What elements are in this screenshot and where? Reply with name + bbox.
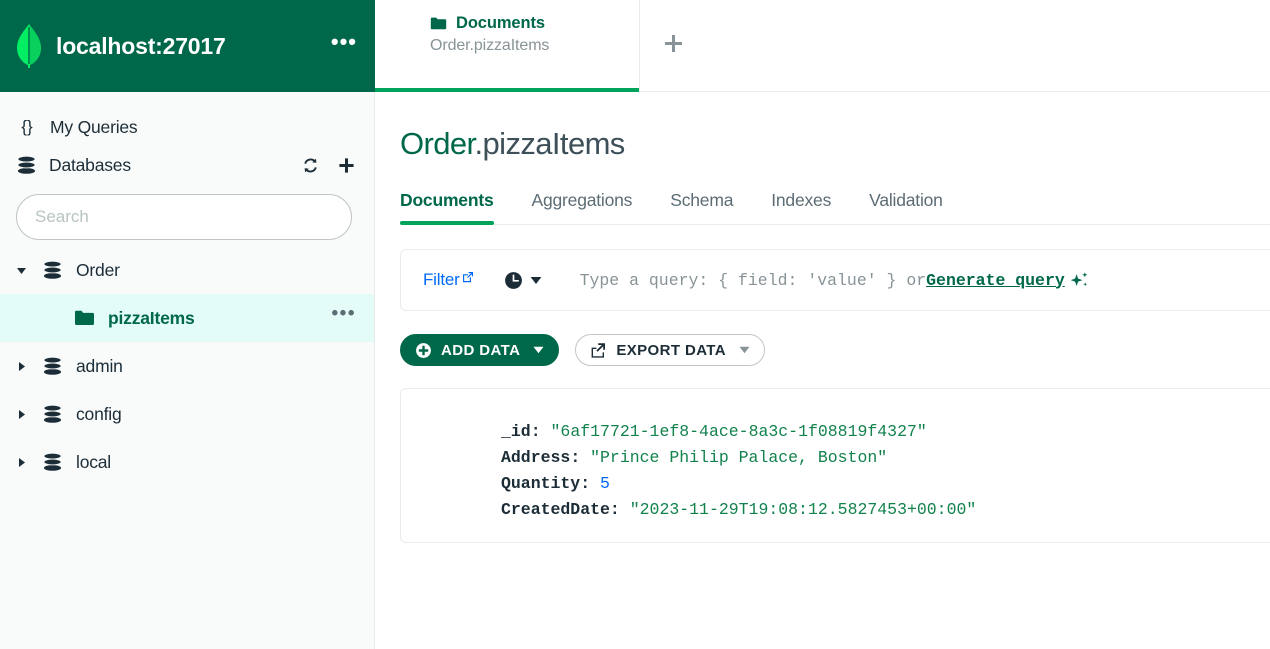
query-placeholder-text: Type a query: { field: 'value' } or bbox=[579, 270, 927, 290]
tab-title: Documents bbox=[456, 14, 545, 32]
new-tab-button[interactable] bbox=[640, 0, 706, 91]
chevron-right-icon[interactable] bbox=[16, 409, 42, 420]
page-title-collection: .pizzaItems bbox=[474, 126, 626, 161]
document-field: Address: "Prince Philip Palace, Boston" bbox=[501, 448, 888, 467]
action-buttons: ADD DATA EXPORT DATA bbox=[400, 334, 1270, 366]
sidebar-database-order[interactable]: Order bbox=[0, 246, 374, 294]
connection-title: localhost:27017 bbox=[56, 32, 226, 59]
create-database-button[interactable] bbox=[334, 153, 358, 177]
ellipsis-icon[interactable]: ••• bbox=[332, 304, 356, 326]
folder-icon bbox=[430, 17, 447, 30]
database-icon bbox=[43, 453, 62, 471]
field-key: Quantity bbox=[501, 474, 581, 493]
plus-icon bbox=[664, 35, 682, 52]
query-bar: Filter Type a query: {field: 'value'} … bbox=[400, 249, 1270, 311]
page-title-database: Order bbox=[400, 126, 475, 161]
tab-title-row: Documents bbox=[430, 14, 639, 33]
curly-braces-icon: {} bbox=[21, 117, 33, 136]
tab-aggregations[interactable]: Aggregations bbox=[532, 190, 633, 224]
sidebar-item-label: Databases bbox=[49, 154, 131, 175]
body: {} My Queries Databases Search Order piz… bbox=[0, 92, 1270, 649]
field-value: "2023-11-29T19:08:12.5827453+00:00" bbox=[629, 500, 977, 519]
folder-icon bbox=[75, 310, 94, 325]
tab-indexes[interactable]: Indexes bbox=[771, 190, 831, 224]
database-label: local bbox=[76, 451, 111, 472]
collection-tabs: Documents Aggregations Schema Indexes Va… bbox=[400, 190, 1270, 225]
sidebar-database-local[interactable]: local bbox=[0, 438, 374, 486]
sidebar-database-admin[interactable]: admin bbox=[0, 342, 374, 390]
tab-validation[interactable]: Validation bbox=[869, 190, 943, 224]
connection-header: localhost:27017 ••• bbox=[0, 0, 375, 92]
field-value: "6af17721-1ef8-4ace-8a3c-1f08819f4327" bbox=[550, 422, 927, 441]
ellipsis-icon[interactable]: ••• bbox=[331, 30, 357, 56]
document-field: CreatedDate: "2023-11-29T19:08:12.582745… bbox=[501, 500, 977, 519]
database-label: admin bbox=[76, 355, 123, 376]
top-row: localhost:27017 ••• Documents Order.pizz… bbox=[0, 0, 1270, 92]
page-title: Order.pizzaItems bbox=[400, 126, 1270, 162]
chevron-right-icon[interactable] bbox=[16, 457, 42, 468]
add-data-button[interactable]: ADD DATA bbox=[400, 334, 560, 366]
collection-label: pizzaItems bbox=[108, 307, 195, 328]
field-value: "Prince Philip Palace, Boston" bbox=[590, 448, 888, 467]
external-link-icon bbox=[462, 272, 473, 283]
search-input[interactable] bbox=[16, 194, 352, 240]
mongodb-compass-window: localhost:27017 ••• Documents Order.pizz… bbox=[0, 0, 1270, 649]
chevron-down-icon bbox=[533, 346, 544, 354]
chevron-right-icon[interactable] bbox=[16, 361, 42, 372]
database-icon bbox=[43, 261, 62, 279]
document-card[interactable]: _id: "6af17721-1ef8-4ace-8a3c-1f08819f43… bbox=[400, 388, 1270, 543]
refresh-icon bbox=[303, 158, 317, 172]
chevron-down-icon bbox=[739, 346, 750, 354]
database-icon bbox=[17, 156, 36, 174]
filter-link[interactable]: Filter bbox=[423, 270, 474, 290]
tab-schema[interactable]: Schema bbox=[670, 190, 733, 224]
field-key: Address bbox=[501, 448, 571, 467]
sparkle-icon bbox=[1070, 271, 1088, 286]
query-input-placeholder[interactable]: Type a query: { field: 'value' } or Gene… bbox=[580, 271, 1270, 290]
generate-query-link[interactable]: Generate query bbox=[926, 271, 1065, 290]
add-data-label: ADD DATA bbox=[441, 341, 521, 359]
sidebar-item-label: My Queries bbox=[50, 116, 138, 137]
chevron-down-icon[interactable] bbox=[16, 265, 42, 276]
database-label: Order bbox=[76, 259, 120, 280]
document-field: _id: "6af17721-1ef8-4ace-8a3c-1f08819f43… bbox=[501, 422, 927, 441]
sidebar-item-databases[interactable]: Databases bbox=[0, 146, 374, 184]
workspace-tab-documents[interactable]: Documents Order.pizzaItems bbox=[375, 0, 640, 92]
plus-circle-icon bbox=[415, 341, 432, 359]
tab-subtitle: Order.pizzaItems bbox=[430, 37, 550, 54]
main-content: Order.pizzaItems Documents Aggregations … bbox=[375, 92, 1270, 649]
sidebar: {} My Queries Databases Search Order piz… bbox=[0, 92, 375, 649]
export-data-button[interactable]: EXPORT DATA bbox=[575, 334, 765, 366]
sidebar-database-config[interactable]: config bbox=[0, 390, 374, 438]
field-key: CreatedDate bbox=[501, 500, 610, 519]
sidebar-collection-pizzaitems[interactable]: pizzaItems ••• bbox=[0, 294, 374, 342]
database-label: config bbox=[76, 403, 122, 424]
database-icon bbox=[43, 405, 62, 423]
workspace-tab-bar: Documents Order.pizzaItems bbox=[375, 0, 1270, 92]
sidebar-item-my-queries[interactable]: {} My Queries bbox=[0, 108, 374, 146]
plus-icon bbox=[338, 157, 354, 173]
field-key: _id bbox=[501, 422, 531, 441]
field-value: 5 bbox=[600, 474, 610, 493]
clock-icon bbox=[504, 271, 522, 289]
tab-documents[interactable]: Documents bbox=[400, 190, 494, 225]
export-icon bbox=[591, 342, 606, 358]
database-icon bbox=[43, 357, 62, 375]
query-history-button[interactable] bbox=[504, 271, 542, 290]
mongodb-leaf-icon bbox=[17, 24, 41, 68]
document-field: Quantity: 5 bbox=[501, 474, 610, 493]
filter-label: Filter bbox=[423, 270, 460, 289]
chevron-down-icon bbox=[530, 276, 541, 284]
search-wrapper bbox=[0, 184, 374, 246]
refresh-databases-button[interactable] bbox=[298, 153, 322, 177]
export-data-label: EXPORT DATA bbox=[616, 341, 726, 359]
